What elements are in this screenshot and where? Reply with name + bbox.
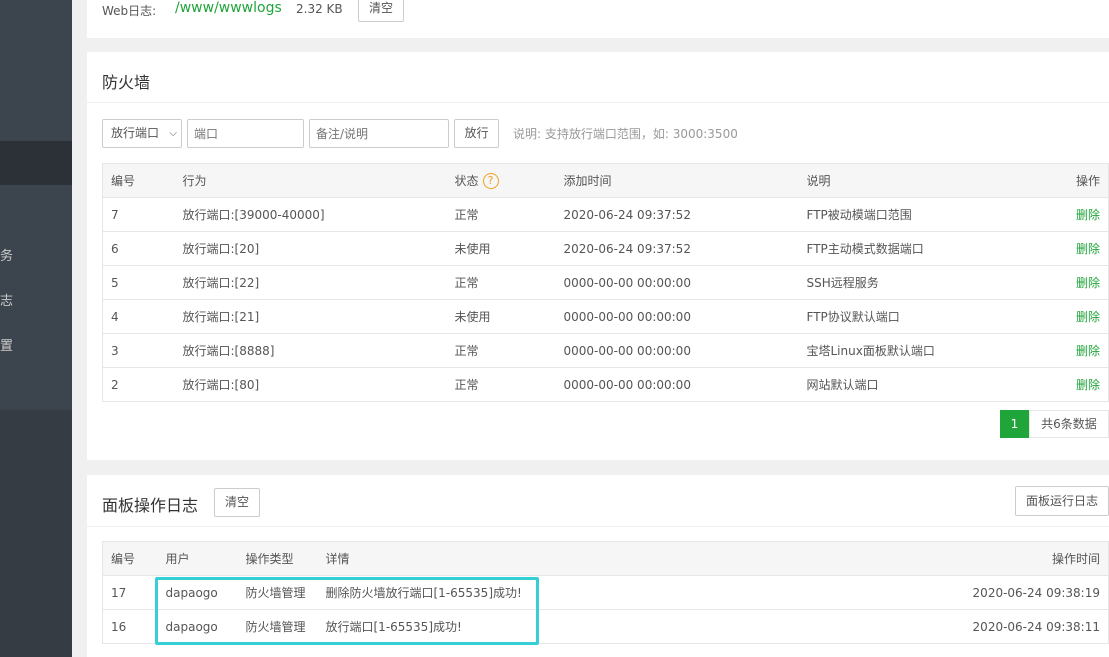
table-row: 6 放行端口:[20] 未使用 2020-06-24 09:37:52 FTP主动模式数…	[102, 231, 1109, 266]
weblog-path: /www/wwwlogs	[175, 0, 282, 16]
weblog-clear-button[interactable]: 清空	[358, 0, 404, 22]
oplog-table: 编号 用户 操作类型 详情 操作时间 17 dapaogo 防火墙管理 删除防火墙放行…	[102, 541, 1109, 644]
delete-link[interactable]: 删除	[1059, 197, 1109, 232]
table-header-row: 编号 用户 操作类型 详情 操作时间	[102, 541, 1109, 576]
table-row: 3 放行端口:[8888] 正常 0000-00-00 00:00:00 宝塔Linux…	[102, 333, 1109, 368]
oplog-clear-button[interactable]: 清空	[214, 488, 260, 517]
main-content: Web日志: /www/wwwlogs 2.32 KB 清空 防火墙 放行端口 …	[87, 0, 1109, 657]
table-row: 7 放行端口:[39000-40000] 正常 2020-06-24 09:37:52…	[102, 197, 1109, 232]
cell-time: 0000-00-00 00:00:00	[555, 367, 799, 402]
cell-status: 正常	[446, 367, 556, 402]
col-user: 用户	[157, 541, 238, 576]
cell-desc: FTP协议默认端口	[798, 299, 1060, 334]
cell-desc: FTP主动模式数据端口	[798, 231, 1060, 266]
cell-status: 未使用	[446, 299, 556, 334]
table-header-row: 编号 行为 状态? 添加时间 说明 操作	[102, 163, 1109, 198]
cell-id: 16	[102, 609, 158, 644]
delete-link[interactable]: 删除	[1059, 367, 1109, 402]
col-time: 添加时间	[555, 163, 799, 198]
col-time: 操作时间	[717, 541, 1109, 576]
allow-port-button[interactable]: 放行	[454, 119, 499, 148]
cell-action: 放行端口:[39000-40000]	[174, 197, 447, 232]
cell-desc: 网站默认端口	[798, 367, 1060, 402]
delete-link[interactable]: 删除	[1059, 231, 1109, 266]
cell-id: 17	[102, 575, 158, 610]
cell-id: 6	[102, 231, 175, 266]
cell-action: 放行端口:[80]	[174, 367, 447, 402]
cell-action: 放行端口:[20]	[174, 231, 447, 266]
cell-id: 3	[102, 333, 175, 368]
cell-action: 放行端口:[22]	[174, 265, 447, 300]
delete-link[interactable]: 删除	[1059, 265, 1109, 300]
cell-action: 放行端口:[8888]	[174, 333, 447, 368]
cell-user: dapaogo	[157, 609, 238, 644]
firewall-title: 防火墙	[102, 73, 151, 92]
sidebar-lower	[0, 410, 72, 657]
firewall-hint: 说明: 支持放行端口范围，如: 3000:3500	[513, 127, 738, 141]
weblog-panel: Web日志: /www/wwwlogs 2.32 KB 清空	[87, 0, 1109, 38]
table-row: 16 dapaogo 防火墙管理 放行端口[1-65535]成功! 2020-06-24…	[102, 609, 1109, 644]
oplog-title: 面板操作日志	[102, 496, 199, 515]
chevron-down-icon: ⌵	[169, 128, 177, 139]
table-row: 4 放行端口:[21] 未使用 0000-00-00 00:00:00 FTP协议默认端…	[102, 299, 1109, 334]
cell-type: 防火墙管理	[237, 575, 318, 610]
pager-current-page[interactable]: 1	[1000, 410, 1029, 438]
table-row: 17 dapaogo 防火墙管理 删除防火墙放行端口[1-65535]成功! 2020-…	[102, 575, 1109, 610]
delete-link[interactable]: 删除	[1059, 333, 1109, 368]
col-type: 操作类型	[237, 541, 318, 576]
sidebar-item-settings[interactable]: 置	[0, 335, 72, 354]
note-input[interactable]	[309, 119, 449, 148]
cell-desc: SSH远程服务	[798, 265, 1060, 300]
table-row: 2 放行端口:[80] 正常 0000-00-00 00:00:00 网站默认端口 删除	[102, 367, 1109, 402]
port-type-select[interactable]: 放行端口 ⌵	[102, 119, 182, 148]
cell-desc: FTP被动模端口范围	[798, 197, 1060, 232]
delete-link[interactable]: 删除	[1059, 299, 1109, 334]
firewall-divider	[87, 102, 1109, 103]
cell-time: 0000-00-00 00:00:00	[555, 333, 799, 368]
cell-status: 未使用	[446, 231, 556, 266]
cell-desc: 宝塔Linux面板默认端口	[798, 333, 1060, 368]
cell-id: 2	[102, 367, 175, 402]
col-op: 操作	[1059, 163, 1109, 198]
cell-id: 7	[102, 197, 175, 232]
col-id: 编号	[102, 163, 175, 198]
sidebar-item-tasks[interactable]: 务	[0, 245, 72, 264]
cell-time: 2020-06-24 09:37:52	[555, 197, 799, 232]
col-detail: 详情	[317, 541, 718, 576]
cell-time: 2020-06-24 09:37:52	[555, 231, 799, 266]
cell-status: 正常	[446, 265, 556, 300]
port-input[interactable]	[187, 119, 304, 148]
col-id: 编号	[102, 541, 158, 576]
cell-status: 正常	[446, 333, 556, 368]
cell-action: 放行端口:[21]	[174, 299, 447, 334]
weblog-label: Web日志:	[102, 4, 157, 18]
col-status: 状态?	[446, 163, 556, 198]
cell-time: 0000-00-00 00:00:00	[555, 265, 799, 300]
oplog-divider	[87, 526, 1109, 527]
firewall-table: 编号 行为 状态? 添加时间 说明 操作 7 放行端口:[39000-40000]…	[102, 163, 1109, 402]
cell-user: dapaogo	[157, 575, 238, 610]
run-log-button[interactable]: 面板运行日志	[1015, 486, 1109, 516]
cell-id: 5	[102, 265, 175, 300]
sidebar: 务 志 置	[0, 0, 72, 657]
cell-time: 0000-00-00 00:00:00	[555, 299, 799, 334]
weblog-size: 2.32 KB	[296, 2, 343, 16]
sidebar-item-logs[interactable]: 志	[0, 290, 72, 309]
col-action: 行为	[174, 163, 447, 198]
cell-id: 4	[102, 299, 175, 334]
col-desc: 说明	[798, 163, 1060, 198]
table-row: 5 放行端口:[22] 正常 0000-00-00 00:00:00 SSH远程服务 删除	[102, 265, 1109, 300]
cell-type: 防火墙管理	[237, 609, 318, 644]
help-icon[interactable]: ?	[482, 173, 499, 190]
cell-status: 正常	[446, 197, 556, 232]
sidebar-active-item[interactable]	[0, 141, 72, 185]
port-type-select-value: 放行端口	[111, 126, 160, 140]
cell-detail: 删除防火墙放行端口[1-65535]成功!	[317, 575, 718, 610]
cell-time: 2020-06-24 09:38:19	[717, 575, 1109, 610]
cell-detail: 放行端口[1-65535]成功!	[317, 609, 718, 644]
pager-total: 共6条数据	[1029, 410, 1109, 438]
cell-time: 2020-06-24 09:38:11	[717, 609, 1109, 644]
